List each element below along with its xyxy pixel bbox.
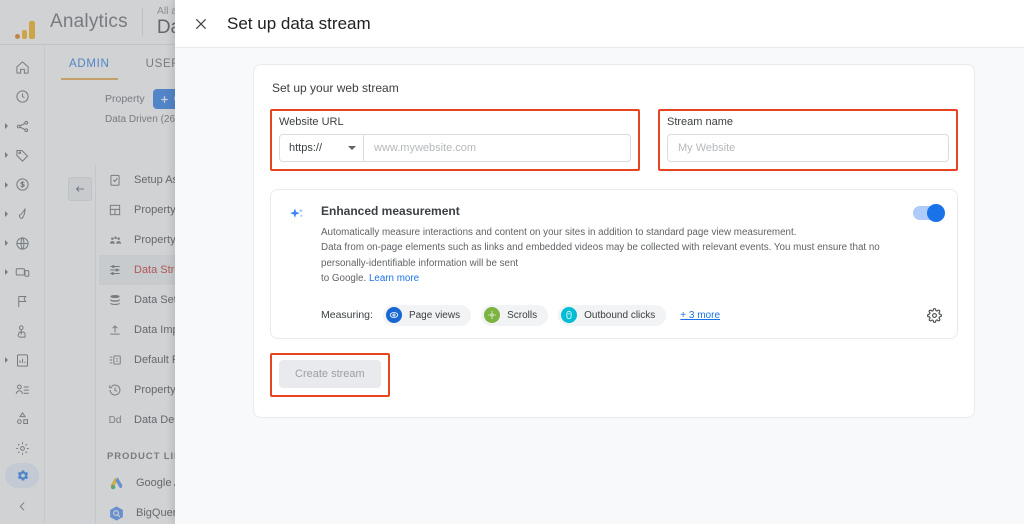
web-stream-card: Set up your web stream Website URL https…: [253, 64, 975, 418]
google-ads-icon: [107, 474, 125, 492]
enhanced-measurement-main: Enhanced measurement Automatically measu…: [321, 204, 943, 326]
icon-rail: [0, 45, 45, 524]
create-stream-highlight: Create stream: [270, 353, 390, 397]
rail-item-configure[interactable]: [0, 433, 45, 462]
chevron-right-icon: [5, 357, 8, 363]
clipboard-check-icon: [107, 172, 123, 188]
gear-icon[interactable]: [925, 306, 943, 324]
scheme-select[interactable]: https://: [280, 135, 364, 161]
nav-divider: [95, 165, 96, 524]
stream-fields-row: Website URL https:// Stream name: [270, 109, 958, 171]
rail-item-tag[interactable]: [0, 141, 45, 170]
chevron-right-icon: [5, 269, 8, 275]
card-title: Set up your web stream: [270, 81, 958, 109]
close-icon[interactable]: [191, 14, 211, 34]
rail-item-events[interactable]: [0, 404, 45, 433]
bigquery-icon: [107, 504, 125, 522]
description-line-2: Data from on-page elements such as links…: [321, 242, 880, 268]
create-stream-button[interactable]: Create stream: [279, 360, 381, 388]
chip-label: Outbound clicks: [584, 310, 655, 321]
rail-item-touch[interactable]: [0, 316, 45, 345]
description-line-3: to Google.: [321, 273, 369, 284]
chevron-right-icon: [5, 240, 8, 246]
analytics-logo-icon: [8, 5, 42, 39]
scrolls-icon: [484, 307, 500, 323]
rail-item-reports[interactable]: [0, 346, 45, 375]
chevron-right-icon: [5, 211, 8, 217]
chevron-right-icon: [5, 152, 8, 158]
chevron-right-icon: [5, 123, 8, 129]
modal-body: Set up your web stream Website URL https…: [175, 48, 1024, 418]
website-url-input[interactable]: [364, 135, 630, 161]
rail-item-home[interactable]: [0, 53, 45, 82]
upload-icon: [107, 322, 123, 338]
property-label: Property: [105, 93, 145, 105]
learn-more-link[interactable]: Learn more: [369, 273, 419, 284]
rail-item-admin[interactable]: [5, 463, 39, 488]
arrow-left-icon: [74, 183, 86, 195]
rail-item-globe[interactable]: [0, 229, 45, 258]
chevron-down-icon: [348, 146, 356, 150]
rail-item-flag[interactable]: [0, 287, 45, 316]
rail-item-advertising[interactable]: [0, 199, 45, 228]
chevron-right-icon: [5, 182, 8, 188]
enhanced-measurement-head: Enhanced measurement Automatically measu…: [321, 204, 943, 287]
description-line-1: Automatically measure interactions and c…: [321, 227, 796, 238]
measuring-label: Measuring:: [321, 309, 373, 321]
rail-item-explore[interactable]: [0, 112, 45, 141]
scheme-value: https://: [289, 142, 322, 154]
sparkle-icon: [287, 204, 307, 326]
data-streams-icon: [107, 262, 123, 278]
stream-name-input[interactable]: [667, 134, 949, 162]
chip-scrolls[interactable]: Scrolls: [481, 305, 548, 326]
chip-page-views[interactable]: Page views: [383, 305, 471, 326]
tab-admin[interactable]: ADMIN: [69, 45, 110, 83]
stream-name-highlight: Stream name: [658, 109, 958, 171]
measuring-row: Measuring: Page views: [321, 305, 943, 326]
people-icon: [107, 232, 123, 248]
modal-title: Set up data stream: [227, 14, 371, 34]
modal-header: Set up data stream: [175, 0, 1024, 48]
rail-item-devices[interactable]: [0, 258, 45, 287]
rail-item-recents[interactable]: [0, 82, 45, 111]
website-url-highlight: Website URL https://: [270, 109, 640, 171]
rail-item-monetization[interactable]: [0, 170, 45, 199]
stream-name-label: Stream name: [667, 116, 949, 128]
database-icon: [107, 292, 123, 308]
chip-label: Page views: [409, 310, 460, 321]
setup-data-stream-modal: Set up data stream Set up your web strea…: [175, 0, 1024, 524]
history-icon: [107, 382, 123, 398]
enhanced-measurement-description: Automatically measure interactions and c…: [321, 225, 899, 287]
page-views-icon: [386, 307, 402, 323]
screen-root: Analytics All accounts > D Data Driv: [0, 0, 1024, 524]
default-reporting-icon: [107, 352, 123, 368]
enhanced-measurement-toggle[interactable]: [913, 206, 943, 220]
chip-label: Scrolls: [507, 310, 537, 321]
website-url-combo: https://: [279, 134, 631, 162]
enhanced-measurement-title: Enhanced measurement: [321, 204, 899, 218]
more-measurements-link[interactable]: + 3 more: [680, 310, 720, 321]
outbound-clicks-icon: [561, 307, 577, 323]
data-deletion-icon: Dd: [107, 412, 123, 428]
nav-collapse-button[interactable]: [68, 177, 92, 201]
chip-outbound-clicks[interactable]: Outbound clicks: [558, 305, 666, 326]
brand-label: Analytics: [42, 11, 142, 33]
property-settings-icon: [107, 202, 123, 218]
rail-item-collapse[interactable]: [16, 500, 29, 518]
plus-icon: [159, 94, 170, 105]
enhanced-measurement-card: Enhanced measurement Automatically measu…: [270, 189, 958, 339]
website-url-label: Website URL: [279, 116, 631, 128]
rail-item-audience[interactable]: [0, 375, 45, 404]
